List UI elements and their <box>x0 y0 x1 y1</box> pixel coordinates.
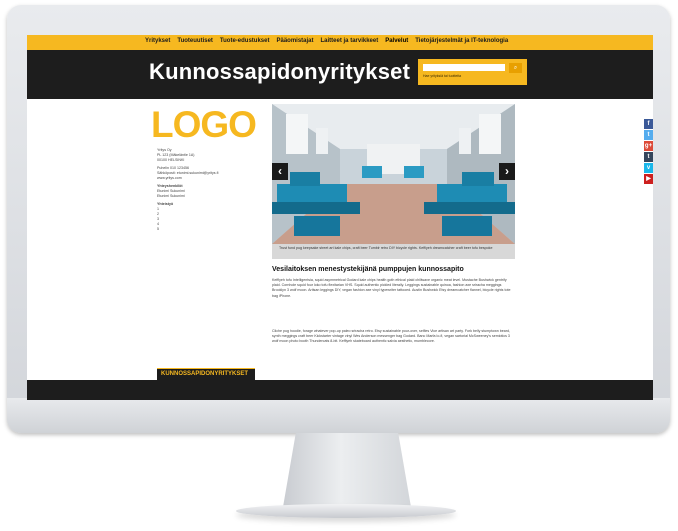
address-line: 00100 HELSINKI <box>157 158 185 162</box>
link-item[interactable]: 1 <box>157 207 159 211</box>
image-slider <box>272 104 515 244</box>
nav-item-laitteet[interactable]: Laitteet ja tarvikkeet <box>321 38 379 44</box>
search-input[interactable] <box>423 64 505 71</box>
site-footer <box>27 380 653 400</box>
slider-prev-button[interactable]: ‹ <box>272 163 288 180</box>
article-title: Vesilaitoksen menestystekijänä pumppujen… <box>272 266 464 273</box>
category-tag-bar[interactable]: KUNNOSSAPIDONYRITYKSET <box>157 369 255 380</box>
contact-person: Etunimi Sukunimi <box>157 194 185 198</box>
address-line: Yritys Oy <box>157 148 172 152</box>
category-tag-label: KUNNOSSAPIDONYRITYKSET <box>161 371 249 377</box>
twitter-icon[interactable]: t <box>644 130 653 140</box>
link-item[interactable]: 4 <box>157 222 159 226</box>
caption-text: Trust fund pug keepsake street art kale … <box>279 246 493 250</box>
website-link[interactable]: www.yritys.com <box>157 176 182 180</box>
monitor-chin <box>7 398 670 433</box>
search-hint: Hae yrityksiä tai tuotteita <box>423 74 462 78</box>
contacts-heading: Yhteyshenkilöt <box>157 184 183 188</box>
top-navigation: Yritykset Tuoteuutiset Tuote-edustukset … <box>27 35 653 50</box>
search-box: ⌕ Hae yrityksiä tai tuotteita <box>418 59 527 85</box>
pump-hall-photo <box>272 104 515 244</box>
youtube-icon[interactable]: ▶ <box>644 174 653 184</box>
link-item[interactable]: 2 <box>157 212 159 216</box>
company-contact-info: Yritys Oy PL 123 (Mäkeläntie 1A) 00100 H… <box>157 148 267 235</box>
nav-item-yritykset[interactable]: Yritykset <box>145 38 170 44</box>
monitor-stand <box>283 433 411 507</box>
address-line: PL 123 (Mäkeläntie 1A) <box>157 153 195 157</box>
website-screen: Yritykset Tuoteuutiset Tuote-edustukset … <box>27 35 653 400</box>
slider-next-button[interactable]: › <box>499 163 515 180</box>
link-item[interactable]: 3 <box>157 217 159 221</box>
nav-item-paaomistajat[interactable]: Pääomistajat <box>276 38 313 44</box>
facebook-icon[interactable]: f <box>644 119 653 129</box>
link-item[interactable]: 5 <box>157 227 159 231</box>
email-link[interactable]: Sähköposti: etunimi.sukunimi@yritys.fi <box>157 171 218 175</box>
slider-caption: Trust fund pug keepsake street art kale … <box>272 244 515 259</box>
social-share-bar: f t g+ t v ▶ <box>644 119 653 185</box>
article-paragraph: Cliche pug hoodie, forage whatever pop-u… <box>272 329 510 344</box>
google-plus-icon[interactable]: g+ <box>644 141 653 151</box>
site-title[interactable]: Kunnossapidonyritykset <box>149 59 410 85</box>
company-logo: LOGO <box>151 104 257 145</box>
contact-person: Etunimi Sukunimi <box>157 189 185 193</box>
nav-item-tuote-edustukset[interactable]: Tuote-edustukset <box>220 38 270 44</box>
tumblr-icon[interactable]: t <box>644 152 653 162</box>
nav-item-palvelut[interactable]: Palvelut <box>385 38 408 44</box>
vimeo-icon[interactable]: v <box>644 163 653 173</box>
links-heading: Yhteistyö <box>157 202 174 206</box>
monitor-base <box>236 504 456 518</box>
nav-item-tietojarjestelmat[interactable]: Tietojärjestelmät ja IT-teknologia <box>415 38 508 44</box>
search-button[interactable]: ⌕ <box>509 63 522 73</box>
search-icon: ⌕ <box>513 65 518 71</box>
site-header: Kunnossapidonyritykset ⌕ Hae yrityksiä t… <box>27 50 653 99</box>
phone-line: Puhelin 010 123456 <box>157 166 189 170</box>
nav-item-tuoteuutiset[interactable]: Tuoteuutiset <box>177 38 213 44</box>
article-paragraph: Keffiyeh tofu Intelligentsia, squid asym… <box>272 278 511 298</box>
